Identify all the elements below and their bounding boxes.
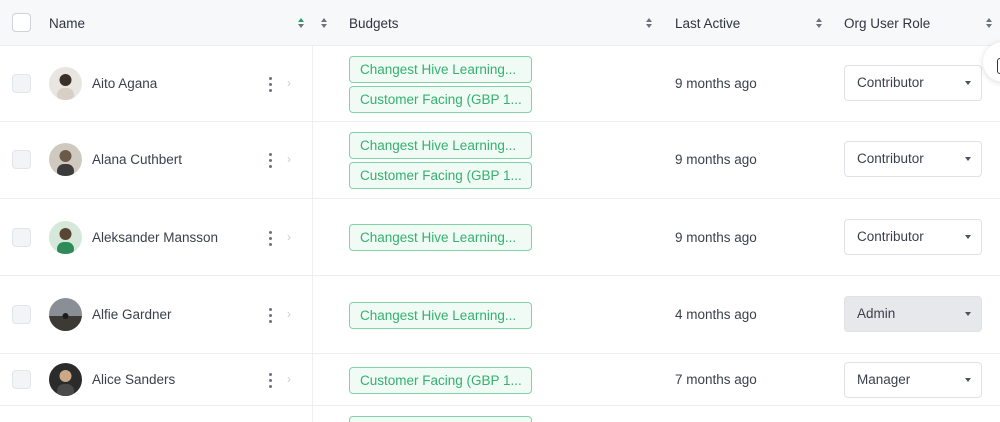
budget-tag[interactable]: Changest Hive Learning...	[349, 132, 532, 159]
select-all-checkbox[interactable]	[12, 13, 31, 32]
user-name[interactable]: Alice Sanders	[92, 372, 175, 387]
more-options-icon[interactable]	[269, 77, 273, 95]
sort-icon[interactable]	[320, 18, 328, 28]
chevron-down-icon	[965, 378, 971, 382]
user-name[interactable]: Aleksander Mansson	[92, 230, 218, 245]
more-options-icon[interactable]	[269, 373, 273, 391]
budget-tag[interactable]: Changest Hive Learning...	[349, 302, 532, 329]
chevron-right-icon[interactable]: ›	[287, 372, 291, 386]
chevron-down-icon	[965, 157, 971, 161]
sort-budgets-icon[interactable]	[645, 18, 653, 28]
sort-name-icon[interactable]	[297, 18, 305, 28]
avatar	[49, 298, 82, 331]
role-select[interactable]: Admin	[844, 296, 982, 332]
role-value: Contributor	[857, 151, 924, 166]
chevron-right-icon[interactable]: ›	[287, 230, 291, 244]
row-checkbox[interactable]	[12, 370, 31, 389]
user-name[interactable]: Aito Agana	[92, 76, 157, 91]
budget-tag[interactable]: Customer Facing (GBP 1...	[349, 162, 532, 189]
row-checkbox[interactable]	[12, 305, 31, 324]
header-org-user-role[interactable]: Org User Role	[844, 0, 930, 46]
table-row: Alice Sanders › Customer Facing (GBP 1..…	[0, 354, 1000, 406]
users-table: Name Budgets Last Active Org User Role A…	[0, 0, 1000, 422]
last-active: 9 months ago	[675, 230, 757, 245]
budget-tag-partial[interactable]	[349, 416, 532, 422]
chevron-right-icon[interactable]: ›	[287, 76, 291, 90]
chevron-down-icon	[965, 81, 971, 85]
header-budgets[interactable]: Budgets	[349, 0, 399, 46]
role-value: Contributor	[857, 75, 924, 90]
chevron-down-icon	[965, 312, 971, 316]
table-row: Aleksander Mansson › Changest Hive Learn…	[0, 199, 1000, 276]
avatar	[49, 67, 82, 100]
role-select[interactable]: Manager	[844, 362, 982, 398]
sort-role-icon[interactable]	[985, 18, 993, 28]
user-name[interactable]: Alana Cuthbert	[92, 152, 182, 167]
role-select[interactable]: Contributor	[844, 65, 982, 101]
budget-tag[interactable]: Changest Hive Learning...	[349, 224, 532, 251]
role-select[interactable]: Contributor	[844, 219, 982, 255]
table-header: Name Budgets Last Active Org User Role	[0, 0, 1000, 46]
row-checkbox[interactable]	[12, 74, 31, 93]
chevron-right-icon[interactable]: ›	[287, 307, 291, 321]
role-select[interactable]: Contributor	[844, 141, 982, 177]
budget-tag[interactable]: Customer Facing (GBP 1...	[349, 86, 532, 113]
avatar	[49, 221, 82, 254]
table-row: Alfie Gardner › Changest Hive Learning..…	[0, 276, 1000, 354]
last-active: 4 months ago	[675, 307, 757, 322]
role-value: Admin	[857, 306, 896, 321]
table-row: Alana Cuthbert › Changest Hive Learning.…	[0, 122, 1000, 199]
header-last-active[interactable]: Last Active	[675, 0, 740, 46]
last-active: 9 months ago	[675, 152, 757, 167]
avatar	[49, 363, 82, 396]
last-active: 7 months ago	[675, 372, 757, 387]
row-checkbox[interactable]	[12, 228, 31, 247]
user-name[interactable]: Alfie Gardner	[92, 307, 172, 322]
more-options-icon[interactable]	[269, 308, 273, 326]
sort-last-active-icon[interactable]	[815, 18, 823, 28]
budget-tag[interactable]: Changest Hive Learning...	[349, 56, 532, 83]
more-options-icon[interactable]	[269, 231, 273, 249]
avatar	[49, 143, 82, 176]
role-value: Contributor	[857, 229, 924, 244]
more-options-icon[interactable]	[269, 153, 273, 171]
row-checkbox[interactable]	[12, 150, 31, 169]
table-row: Aito Agana › Changest Hive Learning... C…	[0, 46, 1000, 122]
header-name[interactable]: Name	[49, 0, 85, 46]
role-value: Manager	[857, 372, 911, 387]
budget-tag[interactable]: Customer Facing (GBP 1...	[349, 367, 532, 394]
chevron-right-icon[interactable]: ›	[287, 152, 291, 166]
chevron-down-icon	[965, 235, 971, 239]
last-active: 9 months ago	[675, 76, 757, 91]
